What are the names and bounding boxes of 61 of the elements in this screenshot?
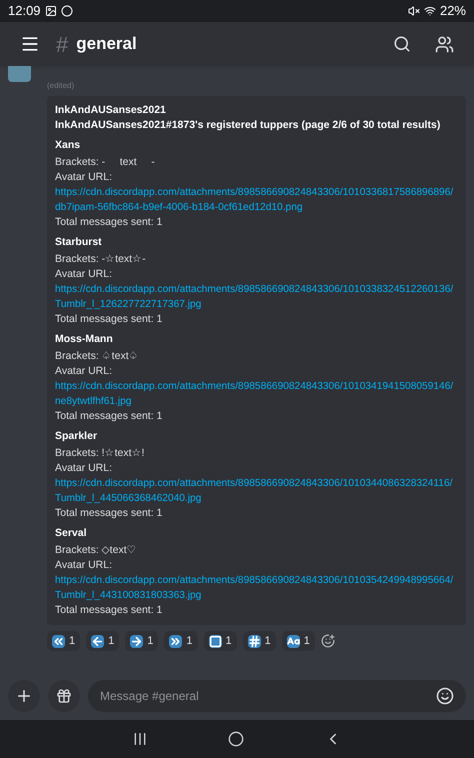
reaction-button[interactable]: 1 xyxy=(86,631,120,651)
avatar-url-label: Avatar URL: xyxy=(55,170,113,185)
total-messages: Total messages sent: 1 xyxy=(55,312,164,327)
reaction-button[interactable]: 1 xyxy=(164,631,198,651)
avatar-url-link[interactable]: https://cdn.discordapp.com/attachments/898586690824843306/1010341941508059146/ne8ytwtlfhf61.jpg xyxy=(55,379,458,409)
reaction-button[interactable]: 1 xyxy=(282,631,315,651)
status-time: 12:09 xyxy=(8,2,41,20)
right-arrow-icon xyxy=(130,634,144,648)
tupper-name: Serval xyxy=(55,526,88,541)
avatar-url-link[interactable]: https://cdn.discordapp.com/attachments/898586690824843306/1010344086328324116/Tumblr_l_445066368462040.jpg xyxy=(55,476,458,506)
embed-title: InkAndAUSanses2021#1873's registered tuppers (page 2/6 of 30 total results) xyxy=(55,118,442,133)
total-messages: Total messages sent: 1 xyxy=(55,506,164,521)
avatar-url-label: Avatar URL: xyxy=(55,461,113,476)
add-reaction-icon[interactable] xyxy=(320,634,335,648)
letters-icon xyxy=(286,634,300,648)
tupper-name: Sparkler xyxy=(55,429,98,444)
total-messages: Total messages sent: 1 xyxy=(55,215,164,230)
hash-icon xyxy=(248,634,261,648)
channel-hash: # xyxy=(56,30,68,58)
home-icon[interactable] xyxy=(228,731,244,747)
brackets-text: Brackets: ◇text♡ xyxy=(55,543,138,558)
battery-level: 22% xyxy=(440,2,466,20)
brackets-text: Brackets: !☆text☆! xyxy=(55,446,146,461)
members-icon[interactable] xyxy=(435,34,454,54)
embed-author: InkAndAUSanses2021 xyxy=(55,103,167,118)
total-messages: Total messages sent: 1 xyxy=(55,603,164,618)
total-messages: Total messages sent: 1 xyxy=(55,409,164,424)
avatar-url-label: Avatar URL: xyxy=(55,558,113,573)
brackets-text: Brackets: ♤text♤ xyxy=(55,349,140,364)
avatar-url-link[interactable]: https://cdn.discordapp.com/attachments/898586690824843306/1010338324512260136/Tumblr_l_126227722717367.jpg xyxy=(55,282,458,312)
avatar-url-link[interactable]: https://cdn.discordapp.com/attachments/898586690824843306/1010354249948995664/Tumblr_l_443100831803363.jpg xyxy=(55,573,458,603)
message-field[interactable]: Message #general xyxy=(88,680,466,712)
left-arrow-icon xyxy=(91,634,104,648)
circle-icon xyxy=(60,5,73,17)
tupper-name: Moss-Mann xyxy=(55,332,114,347)
tupper-name: Starburst xyxy=(55,235,103,250)
emoji-icon[interactable] xyxy=(436,687,454,705)
brackets-text: Brackets: - text - xyxy=(55,155,156,170)
gift-button[interactable] xyxy=(48,680,80,712)
brackets-text: Brackets: -☆text☆- xyxy=(55,252,147,267)
reaction-button[interactable]: 1 xyxy=(47,631,80,651)
avatar-url-link[interactable]: https://cdn.discordapp.com/attachments/898586690824843306/1010336817586896896/db7ipam-56fbc864-b9ef-4006-b184-0cf61ed12d10.png xyxy=(55,185,458,215)
plus-button[interactable] xyxy=(8,680,40,712)
edited-label: (edited) xyxy=(47,80,76,92)
avatar-url-label: Avatar URL: xyxy=(55,267,113,282)
reaction-button[interactable]: 1 xyxy=(242,631,276,651)
reaction-button[interactable]: 1 xyxy=(204,631,237,651)
gift-icon xyxy=(56,688,72,704)
square-icon xyxy=(208,634,222,648)
rewind-icon xyxy=(52,634,65,648)
channel-name: general xyxy=(76,33,137,56)
reaction-button[interactable]: 1 xyxy=(125,631,158,651)
avatar xyxy=(8,66,31,82)
recent-apps-icon[interactable] xyxy=(132,731,148,747)
avatar-url-label: Avatar URL: xyxy=(55,364,113,379)
fast-forward-icon xyxy=(169,634,182,648)
image-icon xyxy=(44,5,57,17)
plus-icon xyxy=(15,687,33,705)
mute-icon xyxy=(408,5,420,17)
search-icon[interactable] xyxy=(393,35,411,53)
tupper-name: Xans xyxy=(55,138,82,153)
